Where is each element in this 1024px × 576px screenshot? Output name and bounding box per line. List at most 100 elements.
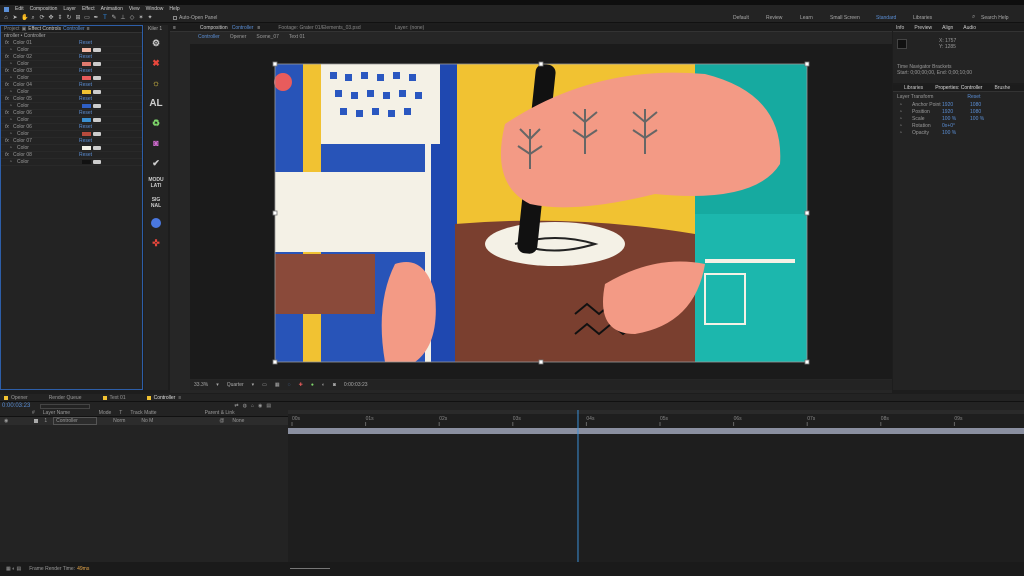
brush-tool-icon[interactable]: ✎: [111, 15, 117, 21]
color-swatch[interactable]: [82, 146, 91, 150]
auto-open-checkbox[interactable]: [173, 15, 177, 20]
color-picker-icon[interactable]: ✚: [299, 382, 303, 388]
home-icon[interactable]: ⌂: [3, 15, 9, 21]
workspace-review[interactable]: Review: [766, 15, 782, 21]
resolution-dropdown[interactable]: Quarter: [227, 382, 244, 388]
circle-icon[interactable]: [144, 213, 168, 233]
tab-align[interactable]: Align: [942, 25, 953, 31]
property-value-2[interactable]: 100 %: [970, 116, 998, 122]
pan-tool-icon[interactable]: ✥: [48, 15, 54, 21]
type-tool-icon[interactable]: T: [102, 15, 108, 21]
comp-flowchart-icon[interactable]: ◍: [243, 403, 247, 409]
eyedropper-icon[interactable]: [93, 118, 101, 122]
fx-icon[interactable]: fx: [5, 152, 13, 158]
menu-view[interactable]: View: [129, 6, 140, 12]
workspace-libraries[interactable]: Libraries: [913, 15, 932, 21]
rotate-tool-icon[interactable]: ↻: [66, 15, 72, 21]
effect-color-row[interactable]: ◔ Color: [1, 75, 142, 82]
gear-icon[interactable]: ⚙: [144, 33, 168, 53]
chevron-down-icon[interactable]: ▾: [252, 382, 255, 388]
reset-button[interactable]: Reset: [79, 54, 92, 60]
color-swatch[interactable]: [82, 160, 91, 164]
tab-opener[interactable]: Opener: [11, 395, 28, 401]
reset-button[interactable]: Reset: [79, 82, 92, 88]
panel-menu-icon[interactable]: ≡: [87, 26, 90, 32]
workspace-default[interactable]: Default: [733, 15, 749, 21]
color-swatch[interactable]: [82, 118, 91, 122]
menu-effect[interactable]: Effect: [82, 6, 95, 12]
hand-tool-icon[interactable]: ✋: [21, 15, 28, 21]
timeline-ruler[interactable]: 00s 01s 02s 03s 04s 05s 06s 07s 08s 09s: [288, 410, 1024, 562]
snapshot-icon[interactable]: ◙: [333, 382, 336, 388]
stopwatch-icon[interactable]: ◔: [9, 61, 17, 67]
rectangle-tool-icon[interactable]: ▭: [84, 15, 90, 21]
subtab-opener[interactable]: Opener: [230, 34, 247, 40]
draft-3d-icon[interactable]: ⇄: [234, 403, 238, 409]
tab-text-01[interactable]: Text 01: [110, 395, 126, 401]
layer-mode-dropdown[interactable]: Norm: [113, 418, 125, 424]
effect-color-row[interactable]: ◔ Color: [1, 145, 142, 152]
property-row[interactable]: ◔ Scale 100 % 100 %: [893, 115, 1024, 122]
signal-button[interactable]: SIG NAL: [144, 193, 168, 213]
zoom-tool-icon[interactable]: ⌕: [30, 15, 36, 21]
motion-blur-icon[interactable]: ◉: [258, 403, 262, 409]
visibility-eye-icon[interactable]: ◉: [4, 418, 8, 424]
effect-group-row[interactable]: fx Color 08 Reset: [1, 152, 142, 159]
region-of-interest-icon[interactable]: ▭: [262, 382, 267, 388]
property-value-1[interactable]: 0x+0°: [942, 123, 970, 129]
effect-group-row[interactable]: fx Color 01 Reset: [1, 40, 142, 47]
dolly-tool-icon[interactable]: ⇕: [57, 15, 63, 21]
subtab-scene[interactable]: Scene_07: [256, 34, 279, 40]
tab-properties[interactable]: Properties: Controller: [935, 85, 982, 91]
stopwatch-icon[interactable]: ◔: [9, 103, 17, 109]
stopwatch-icon[interactable]: ◔: [9, 159, 17, 165]
fx-icon[interactable]: fx: [5, 68, 13, 74]
stopwatch-icon[interactable]: ◔: [9, 131, 17, 137]
project-tab[interactable]: Project: [4, 26, 20, 32]
puppet-tool-icon[interactable]: ✦: [147, 15, 153, 21]
search-help-field[interactable]: Search Help: [981, 15, 1009, 21]
shuffle-icon[interactable]: ✖: [144, 53, 168, 73]
timeline-current-time[interactable]: 0:00:03:23: [2, 403, 30, 409]
stopwatch-icon[interactable]: ◔: [9, 145, 17, 151]
menu-layer[interactable]: Layer: [63, 6, 76, 12]
tab-audio[interactable]: Audio: [963, 25, 976, 31]
orbit-tool-icon[interactable]: ⟳: [39, 15, 45, 21]
app-icon[interactable]: [4, 6, 9, 12]
reset-button[interactable]: Reset: [79, 152, 92, 158]
fx-icon[interactable]: fx: [5, 138, 13, 144]
tab-render-queue[interactable]: Render Queue: [49, 395, 82, 401]
fx-icon[interactable]: fx: [5, 96, 13, 102]
eyedropper-icon[interactable]: [93, 62, 101, 66]
effect-color-row[interactable]: ◔ Color: [1, 89, 142, 96]
property-row[interactable]: ◔ Anchor Point 1920 1080: [893, 101, 1024, 108]
property-row[interactable]: ◔ Opacity 100 %: [893, 129, 1024, 136]
effect-group-row[interactable]: fx Color 06 Reset: [1, 124, 142, 131]
color-swatch[interactable]: [82, 90, 91, 94]
effect-color-row[interactable]: ◔ Color: [1, 47, 142, 54]
workspace-small-screen[interactable]: Small Screen: [830, 15, 860, 21]
color-swatch[interactable]: [82, 104, 91, 108]
effect-group-row[interactable]: fx Color 03 Reset: [1, 68, 142, 75]
color-swatch[interactable]: [82, 76, 91, 80]
tab-preview[interactable]: Preview: [914, 25, 932, 31]
property-value-1[interactable]: 1920: [942, 109, 970, 115]
subtab-controller[interactable]: Controller: [198, 34, 220, 40]
property-row[interactable]: ◔ Rotation 0x+0°: [893, 122, 1024, 129]
graph-editor-icon[interactable]: ▤: [266, 403, 271, 409]
effect-color-row[interactable]: ◔ Color: [1, 131, 142, 138]
reset-button[interactable]: Reset: [79, 138, 92, 144]
tab-brushes[interactable]: Brushe: [994, 85, 1010, 91]
composition-tab-target[interactable]: Controller: [232, 25, 254, 31]
chevron-down-icon[interactable]: ▾: [216, 382, 219, 388]
stopwatch-icon[interactable]: ◔: [9, 47, 17, 53]
tab-libraries[interactable]: Libraries: [904, 85, 923, 91]
property-value-1[interactable]: 100 %: [942, 130, 970, 136]
eyedropper-icon[interactable]: [93, 48, 101, 52]
zoom-dropdown[interactable]: 33.3%: [194, 382, 208, 388]
menu-composition[interactable]: Composition: [30, 6, 58, 12]
color-swatch[interactable]: [82, 48, 91, 52]
layer-tab[interactable]: Layer: (none): [395, 25, 425, 31]
fx-icon[interactable]: fx: [5, 54, 13, 60]
transparency-grid-icon[interactable]: ▦: [275, 382, 280, 388]
